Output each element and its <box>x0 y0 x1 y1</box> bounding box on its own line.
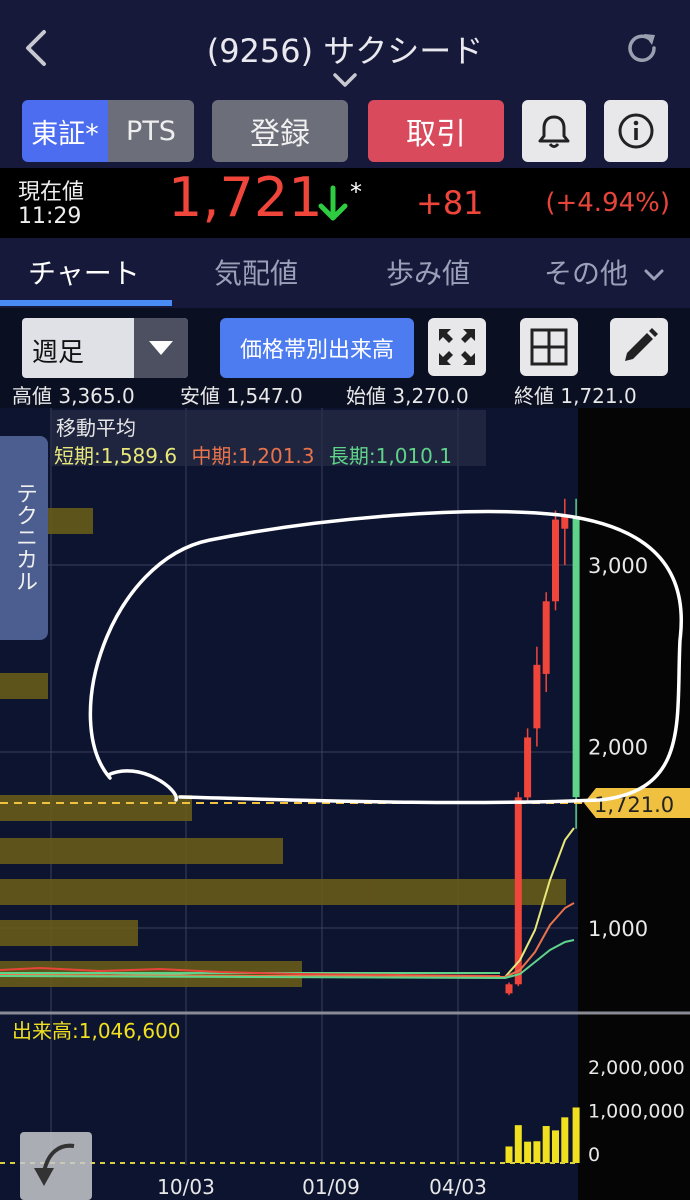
candle-body <box>514 797 522 985</box>
volume-label: 出来高:1,046,600 <box>12 1019 181 1043</box>
grid-icon <box>530 328 568 366</box>
trade-button[interactable]: 取引 <box>368 100 504 162</box>
pencil-icon <box>625 328 658 361</box>
current-price-marker-label: 1,721.0 <box>594 793 674 817</box>
date-tick-label: 01/09 <box>302 1175 360 1199</box>
candle-body <box>561 515 569 529</box>
price-change: +81 <box>416 184 484 222</box>
volume-tick-label: 1,000,000 <box>588 1101 685 1123</box>
tab-chart[interactable]: チャート <box>28 252 140 292</box>
volume-bar <box>572 1107 580 1163</box>
fullscreen-button[interactable] <box>428 318 486 376</box>
chevron-down-icon[interactable] <box>331 70 359 90</box>
alarm-button[interactable] <box>522 100 586 162</box>
current-price-marker: 1,721.0 <box>584 788 690 818</box>
volume-bar <box>552 1130 559 1163</box>
active-tab-indicator <box>0 300 172 306</box>
draw-button[interactable] <box>610 318 668 376</box>
candle-body <box>505 984 513 994</box>
info-icon <box>618 113 654 149</box>
volume-bar <box>524 1141 532 1163</box>
chart-controls: 週足 価格帯別出来高 <box>0 308 690 388</box>
page-title[interactable]: (9256) サクシード <box>0 26 690 72</box>
market-pts-button[interactable]: PTS <box>108 100 194 162</box>
bell-icon <box>538 115 570 148</box>
candle-body <box>524 737 532 798</box>
candle-body <box>533 664 541 729</box>
triangle-down-icon <box>149 341 173 355</box>
price-time: 11:29 <box>18 204 82 229</box>
moving-average-panel: 移動平均 短期:1,589.6 中期:1,201.3 長期:1,010.1 <box>50 410 486 469</box>
date-tick-label: 04/03 <box>429 1175 487 1199</box>
price-tick-label: 2,000 <box>588 736 648 760</box>
ma-title: 移動平均 <box>56 416 136 440</box>
ohlc-row: 高値 3,365.0 安値 1,547.0 始値 3,270.0 終値 1,72… <box>0 380 690 408</box>
high-value: 高値 3,365.0 <box>12 384 135 408</box>
price-row: 現在値 11:29 1,721 * +81 (+4.94%) <box>0 166 690 238</box>
volume-tick-label: 2,000,000 <box>588 1057 685 1079</box>
layout-button[interactable] <box>520 318 578 376</box>
tab-quote[interactable]: 気配値 <box>214 252 298 292</box>
ma-mid: 中期:1,201.3 <box>191 444 315 468</box>
volume-tick-label: 0 <box>588 1144 600 1166</box>
market-tosho-button[interactable]: 東証* <box>22 100 108 162</box>
tab-ticks[interactable]: 歩み値 <box>386 252 470 292</box>
reload-icon <box>628 34 656 62</box>
period-select[interactable]: 週足 <box>22 318 188 378</box>
candle-body <box>572 515 580 798</box>
info-button[interactable] <box>604 100 668 162</box>
volume-bar <box>505 1146 513 1163</box>
date-tick-label: 10/03 <box>157 1175 215 1199</box>
register-button[interactable]: 登録 <box>212 100 348 162</box>
ma-short: 短期:1,589.6 <box>54 444 178 468</box>
volume-bar <box>514 1125 522 1163</box>
volume-bar <box>542 1126 550 1163</box>
price-tick-label: 1,000 <box>588 917 648 941</box>
ma-values: 短期:1,589.6 中期:1,201.3 長期:1,010.1 <box>54 440 452 469</box>
chevron-down-icon <box>644 269 664 281</box>
volume-bar <box>561 1117 569 1163</box>
volume-profile-button[interactable]: 価格帯別出来高 <box>220 318 414 378</box>
chart-return-button[interactable] <box>20 1132 92 1200</box>
open-value: 始値 3,270.0 <box>346 384 469 408</box>
candle-body <box>542 601 550 674</box>
return-arrow-icon <box>34 1143 75 1186</box>
tab-other-label: その他 <box>544 257 629 290</box>
volume-bar <box>533 1141 541 1163</box>
technical-tab[interactable]: テクニカル <box>0 436 48 640</box>
price-star: * <box>350 178 362 206</box>
technical-label: テクニカル <box>12 482 37 592</box>
candle-body <box>552 519 559 602</box>
current-price-value: 1,721 <box>168 166 323 229</box>
price-chart[interactable]: 3,000 2,000 1,000 2,000,000 1,000,000 0 10/0… <box>0 408 690 1200</box>
ma-long: 長期:1,010.1 <box>328 444 452 468</box>
arrow-down-icon <box>318 185 348 221</box>
date-axis-ticks: 10/03 01/09 04/03 <box>157 1175 487 1199</box>
period-dropdown-toggle[interactable] <box>134 318 188 378</box>
expand-arrows-icon <box>439 329 475 365</box>
price-tick-label: 3,000 <box>588 554 648 578</box>
header-bar: (9256) サクシード <box>0 0 690 96</box>
toolbar: 東証* PTS 登録 取引 <box>0 96 690 168</box>
current-price-label: 現在値 <box>18 180 85 205</box>
price-change-percent: (+4.94%) <box>545 188 670 218</box>
low-value: 安値 1,547.0 <box>180 384 303 408</box>
period-value: 週足 <box>32 338 85 368</box>
close-value: 終値 1,721.0 <box>514 384 637 408</box>
tab-bar: チャート 気配値 歩み値 その他 <box>0 238 690 308</box>
tab-other[interactable]: その他 <box>544 252 665 292</box>
reload-button[interactable] <box>618 26 666 70</box>
